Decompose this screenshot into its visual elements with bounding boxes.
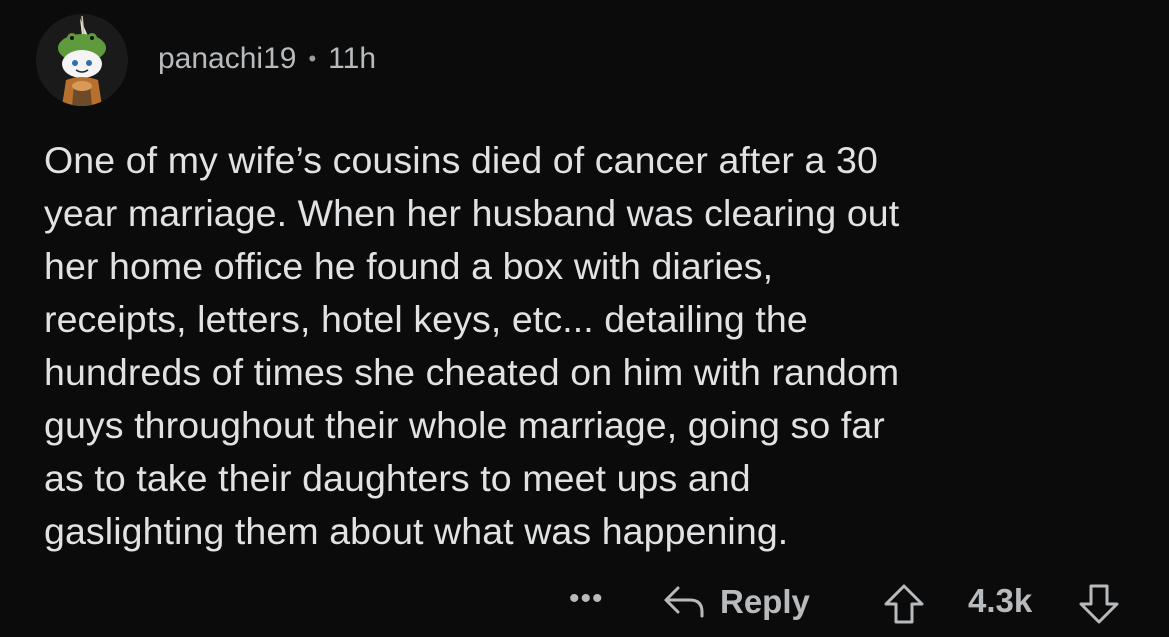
meta-separator: • bbox=[308, 46, 317, 71]
snoo-avatar-icon bbox=[36, 14, 128, 106]
comment: panachi19 • 11h One of my wife’s cousins… bbox=[0, 0, 1169, 637]
comment-meta: panachi19 • 11h bbox=[158, 42, 376, 76]
comment-body-line: year marriage. When her husband was clea… bbox=[44, 192, 900, 234]
comment-body-line: receipts, letters, hotel keys, etc... de… bbox=[44, 298, 808, 340]
downvote-arrow-icon[interactable] bbox=[1077, 582, 1121, 626]
comment-header: panachi19 • 11h bbox=[36, 14, 376, 106]
comment-body-line: guys throughout their whole marriage, go… bbox=[44, 404, 885, 446]
timestamp: 11h bbox=[328, 42, 376, 75]
comment-body-line: gaslighting them about what was happenin… bbox=[44, 510, 789, 552]
reply-button[interactable]: Reply bbox=[662, 576, 810, 628]
comment-body-line: hundreds of times she cheated on him wit… bbox=[44, 351, 900, 393]
vote-score: 4.3k bbox=[968, 582, 1033, 619]
comment-body-line: as to take their daughters to meet ups a… bbox=[44, 457, 751, 499]
reply-arrow-icon bbox=[664, 586, 704, 618]
username[interactable]: panachi19 bbox=[158, 42, 296, 76]
upvote-arrow-icon[interactable] bbox=[882, 582, 926, 626]
reply-label: Reply bbox=[720, 583, 810, 620]
avatar[interactable] bbox=[36, 14, 128, 106]
comment-body-line: One of my wife’s cousins died of cancer … bbox=[44, 139, 878, 181]
comment-body: One of my wife’s cousins died of cancer … bbox=[44, 134, 1134, 558]
more-options-button[interactable]: ••• bbox=[569, 582, 604, 616]
comment-body-line: her home office he found a box with diar… bbox=[44, 245, 774, 287]
comment-actions: ••• Reply 4.3k bbox=[0, 576, 1169, 632]
